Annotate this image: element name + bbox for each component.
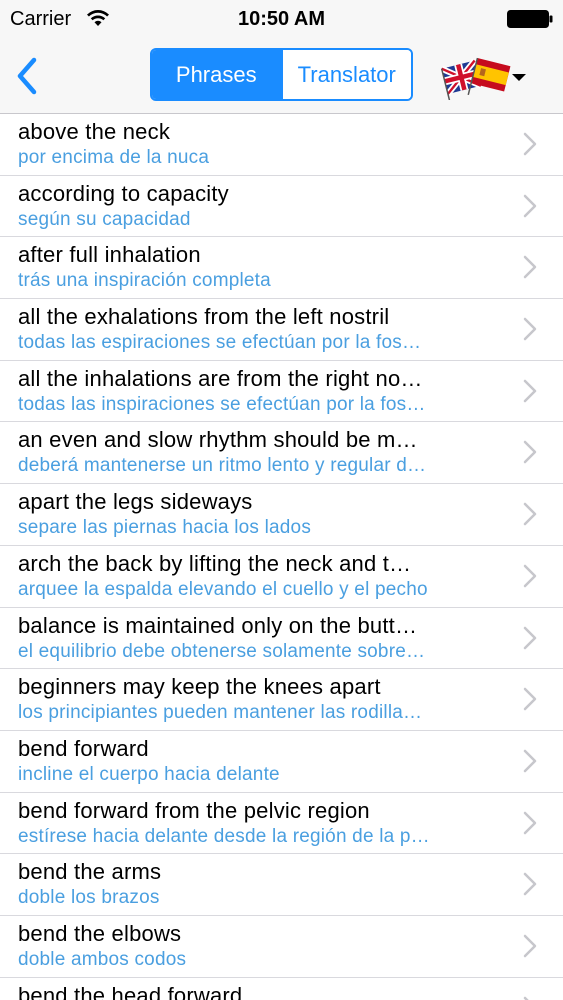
phrase-english: bend forward: [18, 735, 149, 761]
phrase-text-group: bend the arms doble los brazos: [18, 858, 503, 910]
chevron-right-icon: [523, 564, 537, 588]
status-bar: Carrier 10:50 AM: [0, 0, 563, 40]
clock-time: 10:50 AM: [237, 8, 326, 30]
phrase-row[interactable]: apart the legs sideways separe las pierna…: [0, 484, 563, 546]
phrase-row[interactable]: all the inhalations are from the right n…: [0, 361, 563, 423]
phrase-row[interactable]: bend forward incline el cuerpo hacia dela…: [0, 731, 563, 793]
phrase-text-group: according to capacity según su capacidad: [18, 180, 503, 232]
phrase-text-group: bend forward from the pelvic region estír…: [18, 797, 503, 849]
phrase-row[interactable]: arch the back by lifting the neck and t……: [0, 546, 563, 608]
phrase-spanish: estírese hacia delante desde la región d…: [18, 825, 430, 847]
battery-icon: [507, 10, 553, 28]
phrase-spanish: doble los brazos: [18, 887, 160, 909]
phrase-row[interactable]: bend the elbows doble ambos codos: [0, 916, 563, 978]
chevron-right-icon: [523, 749, 537, 773]
phrase-text-group: above the neck por encima de la nuca: [18, 118, 503, 170]
chevron-right-icon: [523, 317, 537, 341]
phrase-english: according to capacity: [18, 180, 229, 206]
phrase-spanish: arquee la espalda elevando el cuello y e…: [18, 578, 428, 600]
phrase-row[interactable]: bend forward from the pelvic region estír…: [0, 793, 563, 855]
phrase-spanish: todas las inspiraciones se efectúan por …: [18, 393, 426, 415]
mode-segmented-control: Phrases Translator: [150, 48, 413, 101]
phrase-spanish: trás una inspiración completa: [18, 270, 271, 292]
phrase-row[interactable]: according to capacity según su capacidad: [0, 176, 563, 238]
chevron-right-icon: [523, 934, 537, 958]
language-selector-button[interactable]: [440, 52, 532, 106]
phrase-spanish: todas las espiraciones se efectúan por l…: [18, 332, 422, 354]
phrase-spanish: incline el cuerpo hacia delante: [18, 763, 280, 785]
phrase-text-group: balance is maintained only on the butt… e…: [18, 612, 503, 664]
phrase-english: bend forward from the pelvic region: [18, 797, 370, 823]
phrase-english: all the inhalations are from the right n…: [18, 365, 423, 391]
phrase-text-group: after full inhalation trás una inspiració…: [18, 241, 503, 293]
segment-translator[interactable]: Translator: [280, 50, 411, 99]
phrase-english: arch the back by lifting the neck and t…: [18, 550, 412, 576]
phrase-english: bend the elbows: [18, 920, 182, 946]
phrase-spanish: deberá mantenerse un ritmo lento y regul…: [18, 455, 427, 477]
phrase-row[interactable]: all the exhalations from the left nostri…: [0, 299, 563, 361]
chevron-right-icon: [523, 811, 537, 834]
caret-down-icon: [512, 74, 526, 81]
phrase-english: balance is maintained only on the butt…: [18, 612, 418, 638]
chevron-right-icon: [523, 626, 537, 649]
chevron-right-icon: [523, 379, 537, 402]
chevron-right-icon: [523, 194, 537, 217]
phrase-text-group: bend forward incline el cuerpo hacia dela…: [18, 735, 503, 787]
navigation-bar: Phrases Translator: [0, 40, 563, 114]
phrase-row[interactable]: an even and slow rhythm should be m… debe…: [0, 422, 563, 485]
chevron-right-icon: [523, 873, 537, 896]
phrase-spanish: por encima de la nuca: [18, 147, 210, 168]
phrase-list: above the neck por encima de la nuca accor…: [0, 114, 563, 1000]
chevron-right-icon: [523, 256, 537, 279]
phrase-text-group: all the exhalations from the left nostri…: [18, 303, 503, 355]
chevron-right-icon: [523, 502, 537, 526]
uk-spain-flags-icon: [440, 57, 526, 106]
phrase-text-group: an even and slow rhythm should be m… debe…: [18, 426, 503, 478]
back-button[interactable]: [10, 54, 46, 98]
phrase-spanish: separe las piernas hacia los lados: [18, 517, 312, 539]
phrase-english: beginners may keep the knees apart: [18, 674, 381, 700]
phrase-english: an even and slow rhythm should be m…: [18, 427, 418, 453]
phrase-english: all the exhalations from the left nostri…: [18, 304, 390, 330]
chevron-right-icon: [523, 687, 537, 711]
phrase-text-group: apart the legs sideways separe las pierna…: [18, 488, 503, 540]
chevron-left-icon: [17, 57, 37, 95]
phrase-english: after full inhalation: [18, 242, 201, 268]
phrase-row[interactable]: bend the head forward: [0, 978, 563, 1000]
phrase-row[interactable]: bend the arms doble los brazos: [0, 854, 563, 916]
phrase-text-group: bend the head forward: [18, 982, 503, 1000]
phrase-english: bend the head forward: [18, 982, 243, 1000]
phrase-spanish: doble ambos codos: [18, 948, 187, 970]
chevron-right-icon: [523, 996, 530, 1000]
phrase-text-group: arch the back by lifting the neck and t……: [18, 550, 503, 602]
phrase-text-group: all the inhalations are from the right n…: [18, 365, 503, 417]
phrase-english: apart the legs sideways: [18, 489, 253, 515]
phrase-english: bend the arms: [18, 859, 162, 885]
phrase-english: above the neck: [18, 119, 171, 144]
phrase-row[interactable]: after full inhalation trás una inspiració…: [0, 237, 563, 300]
chevron-right-icon: [523, 441, 537, 464]
phrase-spanish: el equilibrio debe obtenerse solamente s…: [18, 640, 426, 662]
phrase-text-group: bend the elbows doble ambos codos: [18, 920, 503, 972]
phrase-row[interactable]: above the neck por encima de la nuca: [0, 114, 563, 176]
phrase-spanish: los principiantes pueden mantener las ro…: [18, 702, 423, 724]
phrase-row[interactable]: balance is maintained only on the butt… e…: [0, 608, 563, 670]
phrase-row[interactable]: beginners may keep the knees apart los pr…: [0, 669, 563, 731]
segment-phrases[interactable]: Phrases: [152, 50, 281, 99]
chevron-right-icon: [523, 132, 537, 156]
phrase-spanish: según su capacidad: [18, 208, 191, 230]
phrase-text-group: beginners may keep the knees apart los pr…: [18, 673, 503, 725]
